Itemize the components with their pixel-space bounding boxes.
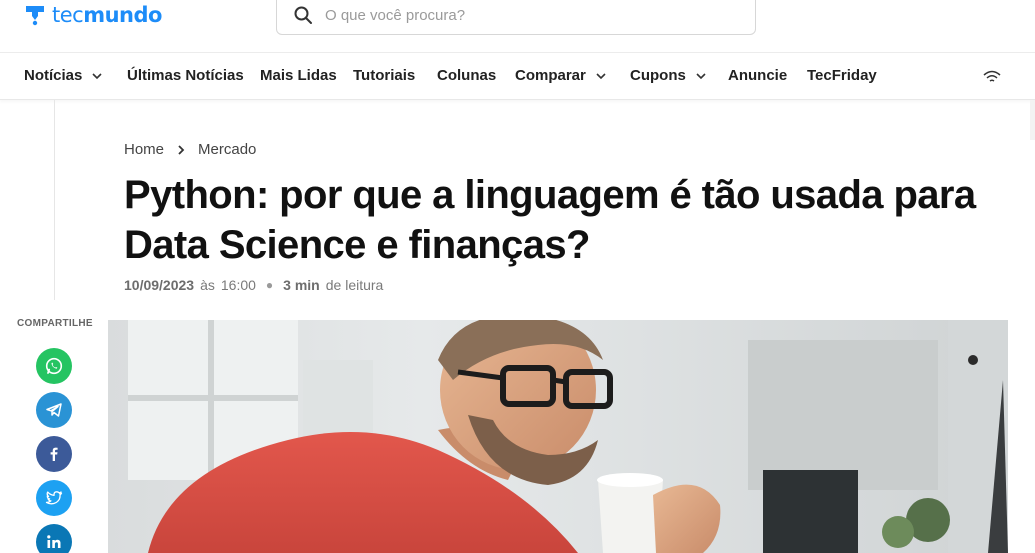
share-telegram-button[interactable] [36,392,72,428]
site-logo[interactable]: tecmundo [24,2,162,28]
logo-text: tecmundo [52,3,162,27]
article-meta: 10/09/2023 às 16:00 ● 3 min de leitura [124,277,383,293]
nav-item-label: Comparar [515,67,586,84]
share-linkedin-button[interactable] [36,524,72,553]
article-read-suffix: de leitura [325,277,384,293]
chevron-right-icon [178,144,185,155]
nav-item-mais-lidas[interactable]: Mais Lidas [260,67,337,84]
wifi-icon[interactable] [983,69,1001,85]
nav-item-comparar[interactable]: Comparar [515,67,606,84]
breadcrumb: Home Mercado [124,141,256,158]
breadcrumb-home[interactable]: Home [124,141,164,158]
nav-item-label: Mais Lidas [260,67,337,84]
nav-item-ultimas-noticias[interactable]: Últimas Notícias [127,67,244,84]
nav-item-tecfriday[interactable]: TecFriday [807,67,877,84]
linkedin-icon [47,535,61,548]
article-time-prefix: às [200,277,215,293]
nav-item-label: Últimas Notícias [127,67,244,84]
search-box[interactable] [276,0,756,35]
article-read-time: 3 min [283,277,320,293]
share-whatsapp-button[interactable] [36,348,72,384]
twitter-icon [45,491,63,505]
nav-item-label: TecFriday [807,67,877,84]
logo-text-tec: tec [52,3,84,27]
share-facebook-button[interactable] [36,436,72,472]
nav-item-tutoriais[interactable]: Tutoriais [353,67,415,84]
facebook-icon [50,447,58,461]
nav-item-colunas[interactable]: Colunas [437,67,496,84]
search-icon[interactable] [293,5,313,25]
telegram-icon [46,403,62,417]
share-twitter-button[interactable] [36,480,72,516]
nav-item-label: Colunas [437,67,497,84]
search-input[interactable] [325,4,725,26]
share-label: COMPARTILHE [17,318,93,329]
main-nav: Notícias Últimas Notícias Mais Lidas Tut… [0,52,1035,100]
article-hero-photo [108,320,1008,553]
nav-item-label: Tutoriais [353,67,416,84]
chevron-down-icon [596,72,606,79]
logo-text-mundo: mundo [83,3,162,27]
article-title: Python: por que a linguagem é tão usada … [124,173,976,267]
nav-item-anuncie[interactable]: Anuncie [728,67,787,84]
site-header: tecmundo [0,0,1035,52]
nav-item-label: Notícias [24,67,83,84]
whatsapp-icon [45,357,63,375]
nav-item-cupons[interactable]: Cupons [630,67,706,84]
breadcrumb-mercado[interactable]: Mercado [198,141,256,158]
nav-item-noticias[interactable]: Notícias [24,67,102,84]
article-date: 10/09/2023 [124,277,195,293]
article-hero-image [108,320,1008,553]
chevron-down-icon [696,72,706,79]
nav-item-label: Anuncie [728,67,788,84]
page-edge-shade [1030,100,1035,140]
nav-item-label: Cupons [630,67,686,84]
chevron-down-icon [92,72,102,79]
divider [54,100,55,300]
article-time: 16:00 [220,277,256,293]
meta-separator: ● [265,278,274,292]
logo-icon [26,6,44,26]
